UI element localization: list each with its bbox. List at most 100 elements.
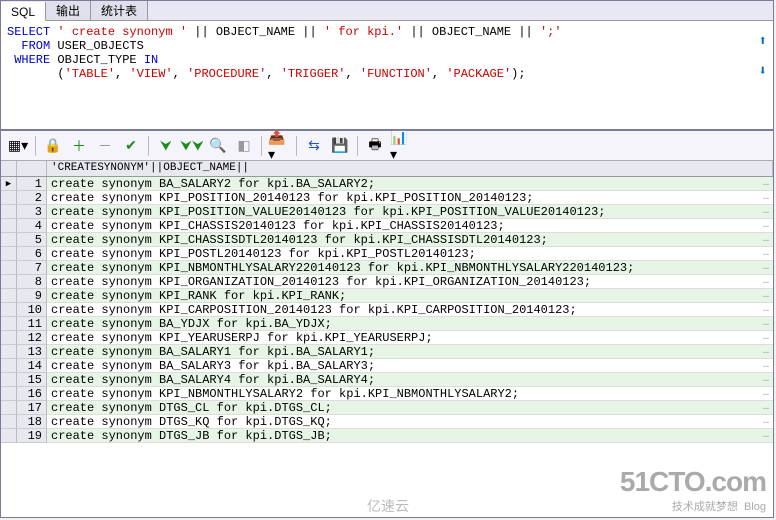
table-row[interactable]: 13create synonym BA_SALARY1 for kpi.BA_S… <box>1 345 773 359</box>
cell-value[interactable]: create synonym KPI_POSTL20140123 for kpi… <box>47 247 773 261</box>
cell-value[interactable]: create synonym BA_YDJX for kpi.BA_YDJX; <box>47 317 773 331</box>
cell-value[interactable]: create synonym KPI_NBMONTHLYSALARY2 for … <box>47 387 773 401</box>
cell-value[interactable]: create synonym DTGS_KQ for kpi.DTGS_KQ; <box>47 415 773 429</box>
row-marker[interactable] <box>1 219 17 233</box>
fetch-next-icon[interactable]: ⮟ <box>155 135 177 157</box>
table-row[interactable]: 3create synonym KPI_POSITION_VALUE201401… <box>1 205 773 219</box>
cell-value[interactable]: create synonym BA_SALARY1 for kpi.BA_SAL… <box>47 345 773 359</box>
cell-value[interactable]: create synonym KPI_RANK for kpi.KPI_RANK… <box>47 289 773 303</box>
cell-value[interactable]: create synonym BA_SALARY2 for kpi.BA_SAL… <box>47 177 773 191</box>
scroll-up-icon[interactable]: ⬆ <box>759 35 767 49</box>
row-marker[interactable] <box>1 415 17 429</box>
cell-value[interactable]: create synonym KPI_NBMONTHLYSALARY220140… <box>47 261 773 275</box>
str-lit: 'PROCEDURE' <box>187 67 266 81</box>
tab-bar: SQL 输出 统计表 <box>1 1 773 21</box>
str-lit: 'TRIGGER' <box>281 67 346 81</box>
table-row[interactable]: 7create synonym KPI_NBMONTHLYSALARY22014… <box>1 261 773 275</box>
table-row[interactable]: 16create synonym KPI_NBMONTHLYSALARY2 fo… <box>1 387 773 401</box>
table-row[interactable]: 4create synonym KPI_CHASSIS20140123 for … <box>1 219 773 233</box>
cell-value[interactable]: create synonym DTGS_CL for kpi.DTGS_CL; <box>47 401 773 415</box>
row-marker[interactable] <box>1 429 17 443</box>
scroll-down-icon[interactable]: ⬇ <box>759 65 767 79</box>
str-lit: ' create synonym ' <box>57 25 187 39</box>
cell-value[interactable]: create synonym KPI_POSITION_20140123 for… <box>47 191 773 205</box>
sql-editor[interactable]: SELECT ' create synonym ' || OBJECT_NAME… <box>1 21 773 131</box>
cell-value[interactable]: create synonym KPI_CARPOSITION_20140123 … <box>47 303 773 317</box>
column-header[interactable]: 'CREATESYNONYM'||OBJECT_NAME|| <box>47 161 773 176</box>
row-marker[interactable] <box>1 387 17 401</box>
row-number: 14 <box>17 359 47 373</box>
cell-value[interactable]: create synonym KPI_POSITION_VALUE2014012… <box>47 205 773 219</box>
clear-icon[interactable]: ◧ <box>233 135 255 157</box>
table-row[interactable]: 14create synonym BA_SALARY3 for kpi.BA_S… <box>1 359 773 373</box>
print-icon[interactable]: 🖶 <box>364 135 386 157</box>
row-marker[interactable] <box>1 275 17 289</box>
save-icon[interactable]: 💾 <box>329 135 351 157</box>
table-row[interactable]: 19create synonym DTGS_JB for kpi.DTGS_JB… <box>1 429 773 443</box>
col-object-type: OBJECT_TYPE <box>57 53 136 67</box>
row-marker[interactable] <box>1 373 17 387</box>
op-concat: || <box>194 25 208 39</box>
tbl-user-objects: USER_OBJECTS <box>57 39 143 53</box>
row-marker[interactable] <box>1 345 17 359</box>
table-row[interactable]: 17create synonym DTGS_CL for kpi.DTGS_CL… <box>1 401 773 415</box>
row-marker[interactable] <box>1 191 17 205</box>
op-concat: || <box>410 25 424 39</box>
table-row[interactable]: 6create synonym KPI_POSTL20140123 for kp… <box>1 247 773 261</box>
table-row[interactable]: 8create synonym KPI_ORGANIZATION_2014012… <box>1 275 773 289</box>
row-marker[interactable] <box>1 401 17 415</box>
table-row[interactable]: 12create synonym KPI_YEARUSERPJ for kpi.… <box>1 331 773 345</box>
row-number: 1 <box>17 177 47 191</box>
cell-value[interactable]: create synonym KPI_CHASSIS20140123 for k… <box>47 219 773 233</box>
table-row[interactable]: 11create synonym BA_YDJX for kpi.BA_YDJX… <box>1 317 773 331</box>
row-marker[interactable] <box>1 303 17 317</box>
row-marker[interactable] <box>1 233 17 247</box>
remove-row-icon[interactable]: － <box>94 135 116 157</box>
cell-value[interactable]: create synonym KPI_CHASSISDTL20140123 fo… <box>47 233 773 247</box>
col-object-name: OBJECT_NAME <box>216 25 295 39</box>
row-number: 16 <box>17 387 47 401</box>
row-marker[interactable] <box>1 317 17 331</box>
row-number: 12 <box>17 331 47 345</box>
table-row[interactable]: ▶1create synonym BA_SALARY2 for kpi.BA_S… <box>1 177 773 191</box>
str-lit: ' for kpi.' <box>324 25 403 39</box>
add-row-icon[interactable]: ＋ <box>68 135 90 157</box>
table-row[interactable]: 2create synonym KPI_POSITION_20140123 fo… <box>1 191 773 205</box>
row-marker[interactable] <box>1 247 17 261</box>
row-marker[interactable] <box>1 359 17 373</box>
table-row[interactable]: 10create synonym KPI_CARPOSITION_2014012… <box>1 303 773 317</box>
tab-stats[interactable]: 统计表 <box>91 1 148 20</box>
cell-value[interactable]: create synonym BA_SALARY3 for kpi.BA_SAL… <box>47 359 773 373</box>
op-concat: || <box>302 25 316 39</box>
row-marker[interactable] <box>1 289 17 303</box>
table-row[interactable]: 18create synonym DTGS_KQ for kpi.DTGS_KQ… <box>1 415 773 429</box>
grid-options-icon[interactable]: ▦▾ <box>7 135 29 157</box>
paren-close: ); <box>511 67 525 81</box>
cell-value[interactable]: create synonym BA_SALARY4 for kpi.BA_SAL… <box>47 373 773 387</box>
row-marker[interactable]: ▶ <box>1 177 17 191</box>
cell-value[interactable]: create synonym KPI_YEARUSERPJ for kpi.KP… <box>47 331 773 345</box>
kw-from: FROM <box>7 39 50 53</box>
row-marker[interactable] <box>1 261 17 275</box>
paren-open: ( <box>7 67 65 81</box>
row-number: 2 <box>17 191 47 205</box>
grid-toolbar: ▦▾ 🔒 ＋ － ✔ ⮟ ⮟⮟ 🔍 ◧ 📤▾ ⇆ 💾 🖶 📊▾ <box>1 131 773 161</box>
tab-sql[interactable]: SQL <box>1 2 46 21</box>
tab-output[interactable]: 输出 <box>46 1 91 20</box>
table-row[interactable]: 15create synonym BA_SALARY4 for kpi.BA_S… <box>1 373 773 387</box>
cell-value[interactable]: create synonym KPI_ORGANIZATION_20140123… <box>47 275 773 289</box>
commit-icon[interactable]: ✔ <box>120 135 142 157</box>
grid-corner[interactable] <box>1 161 17 176</box>
rownum-header <box>17 161 47 176</box>
find-icon[interactable]: 🔍 <box>207 135 229 157</box>
table-row[interactable]: 9create synonym KPI_RANK for kpi.KPI_RAN… <box>1 289 773 303</box>
chart-icon[interactable]: 📊▾ <box>390 135 412 157</box>
table-row[interactable]: 5create synonym KPI_CHASSISDTL20140123 f… <box>1 233 773 247</box>
cell-value[interactable]: create synonym DTGS_JB for kpi.DTGS_JB; <box>47 429 773 443</box>
link-icon[interactable]: ⇆ <box>303 135 325 157</box>
export-icon[interactable]: 📤▾ <box>268 135 290 157</box>
row-marker[interactable] <box>1 205 17 219</box>
row-marker[interactable] <box>1 331 17 345</box>
lock-icon[interactable]: 🔒 <box>42 135 64 157</box>
fetch-all-icon[interactable]: ⮟⮟ <box>181 135 203 157</box>
